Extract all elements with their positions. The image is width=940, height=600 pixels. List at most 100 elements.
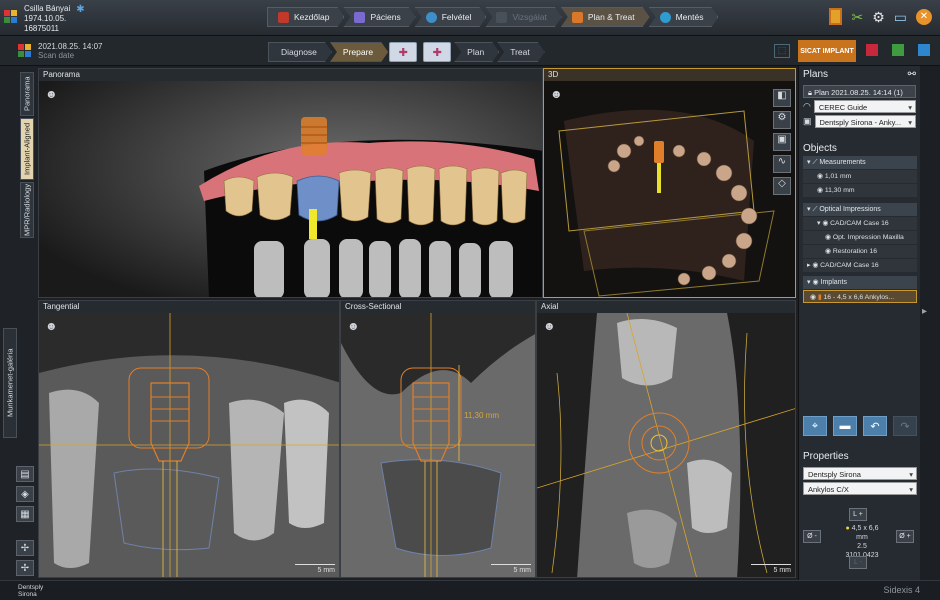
clip-button[interactable]: ◧: [773, 89, 791, 107]
crumb-home[interactable]: Kezdőlap: [267, 7, 344, 27]
axial-title: Axial: [537, 301, 795, 313]
sleeve-select[interactable]: Dentsply Sirona - Anky...: [814, 115, 916, 129]
manufacturer-select[interactable]: Dentsply Sirona: [803, 467, 917, 481]
split-icon: ✢: [20, 542, 30, 554]
navigation-breadcrumb: Kezdőlap Páciens Felvétel Vizsgálat Plan…: [267, 7, 717, 27]
grid-icon: ▦: [20, 508, 30, 520]
add-sleeve-button[interactable]: ✚: [423, 42, 452, 62]
group-implants[interactable]: ▾ ◉ Implants: [803, 276, 917, 289]
cart-icon[interactable]: ⬚: [774, 44, 790, 58]
crosshair-icon: ⌖: [811, 419, 819, 432]
eye-icon[interactable]: ◉: [825, 234, 831, 241]
view-layout-button-2[interactable]: ◈: [16, 486, 34, 502]
view-layout-button-3[interactable]: ▦: [16, 506, 34, 522]
panorama-view[interactable]: Panorama ☻: [38, 68, 543, 298]
guide-icon: ◠: [803, 101, 811, 111]
measurement-item-2[interactable]: ◉ 11,30 mm: [803, 184, 917, 197]
tangential-view[interactable]: Tangential ☻ 5 mm: [38, 300, 340, 578]
three-d-title: 3D: [544, 69, 795, 81]
cadcam-case-item-2[interactable]: ▸ ◉ CAD/CAM Case 16: [803, 259, 917, 272]
brand-logo: Dentsply Sirona: [18, 584, 44, 598]
slice-button[interactable]: ◇: [773, 177, 791, 195]
eye-icon[interactable]: ◉: [812, 279, 818, 286]
tab-mpr-radiology[interactable]: MPR/Radiology: [20, 182, 34, 238]
sicat-function-icon[interactable]: [866, 44, 878, 56]
center-object-button[interactable]: ⌖: [803, 416, 827, 436]
implant-item[interactable]: ◉ ▮ 16 - 4,5 x 6,6 Ankylos...: [803, 290, 917, 303]
view-layout-button-4[interactable]: ✢: [16, 540, 34, 556]
eye-icon[interactable]: ◉: [825, 248, 831, 255]
properties-panel: Properties Dentsply Sirona Ankylos C/X L…: [799, 448, 921, 569]
nerve-button[interactable]: ∿: [773, 155, 791, 173]
implant-size: ● 4,5 x 6,6 mm 2.5 3101 0423: [839, 524, 885, 560]
scan-date-label: Scan date: [38, 51, 75, 60]
diameter-minus-button[interactable]: Ø -: [803, 530, 821, 543]
guide-select[interactable]: CEREC Guide: [813, 100, 916, 114]
report-icon[interactable]: [829, 8, 843, 25]
head-orientation-icon: ☻: [45, 87, 58, 101]
pin-icon[interactable]: ✱: [76, 4, 84, 34]
group-measurements[interactable]: ▾ ⟋ Measurements: [803, 156, 917, 169]
eye-icon[interactable]: ◉: [817, 187, 823, 194]
guide-row: ◠ CEREC Guide: [803, 100, 916, 114]
close-icon[interactable]: ✕: [916, 8, 932, 25]
eye-icon[interactable]: ◉: [812, 262, 818, 269]
crumb-examination: Vizsgálat: [485, 7, 561, 27]
length-minus-button[interactable]: L -: [849, 556, 867, 569]
crumb-save[interactable]: Mentés: [649, 7, 719, 27]
gear-icon[interactable]: ⚙: [872, 9, 885, 25]
cadcam-case-item[interactable]: ▾ ◉ CAD/CAM Case 16: [803, 217, 917, 230]
tab-implant-aligned[interactable]: Implant-Aligned: [20, 118, 34, 180]
object-actions: ⌖ ▬ ↶ ↷: [803, 416, 917, 436]
scale-bar: 5 mm: [751, 564, 791, 574]
right-scroll-strip[interactable]: ▸: [920, 66, 940, 580]
view-layout-button-1[interactable]: ▤: [16, 466, 34, 482]
patient-id: 16875011: [24, 24, 59, 33]
minus-icon: ▬: [839, 420, 851, 432]
globe-icon: [660, 12, 671, 23]
screen-icon[interactable]: ▭: [894, 9, 907, 25]
opt-impression-item[interactable]: ◉ Opt. Impression Maxilla: [803, 231, 917, 244]
group-optical-impressions[interactable]: ▾ ⟋ Optical Impressions: [803, 203, 917, 216]
three-d-image: [544, 81, 795, 297]
link-icon[interactable]: ⚯: [908, 69, 916, 80]
step-plan[interactable]: Plan: [454, 42, 499, 62]
properties-title: Properties: [803, 451, 849, 462]
view-layout-button-5[interactable]: ✢: [16, 560, 34, 576]
crumb-capture[interactable]: Felvétel: [415, 7, 487, 27]
scale-bar: 5 mm: [491, 564, 531, 574]
plan-treat-icon: [572, 12, 583, 23]
step-diagnose[interactable]: Diagnose: [268, 42, 332, 62]
cross-sectional-view[interactable]: Cross-Sectional ☻ 11,30 mm 5 mm: [340, 300, 536, 578]
diameter-plus-button[interactable]: Ø +: [896, 530, 914, 543]
measurement-item-1[interactable]: ◉ 1,01 mm: [803, 170, 917, 183]
capture-icon: [426, 12, 437, 23]
examination-icon: [496, 12, 507, 23]
step-prepare[interactable]: Prepare: [330, 42, 388, 62]
remove-object-button[interactable]: ▬: [833, 416, 857, 436]
system-select[interactable]: Ankylos C/X: [803, 482, 917, 496]
view-settings-button[interactable]: ⚙: [773, 111, 791, 129]
crumb-plan-treat[interactable]: Plan & Treat: [561, 7, 650, 27]
length-plus-button[interactable]: L +: [849, 508, 867, 521]
crumb-patient[interactable]: Páciens: [343, 7, 415, 27]
cog-icon: ⚙: [777, 112, 787, 123]
tab-panorama[interactable]: Panorama: [20, 72, 34, 116]
panorama-title: Panorama: [39, 69, 542, 81]
tools-icon[interactable]: ✂: [851, 9, 863, 25]
add-implant-button[interactable]: ✚: [389, 42, 418, 62]
eye-icon[interactable]: ◉: [822, 220, 828, 227]
restoration-item[interactable]: ◉ Restoration 16: [803, 245, 917, 258]
three-d-view[interactable]: 3D ☻ ◧ ⚙ ▣ ∿ ◇: [543, 68, 796, 298]
plan-select[interactable]: 🔒︎ Plan 2021.08.25. 14:14 (1): [803, 85, 916, 99]
tab-workspace-gallery[interactable]: Munkamenet-galéria: [3, 328, 17, 438]
sicat-implant-tab[interactable]: SICAT IMPLANT: [798, 40, 856, 62]
axial-view[interactable]: Axial ☻ 5 mm: [536, 300, 796, 578]
volume-button[interactable]: ▣: [773, 133, 791, 151]
eye-icon[interactable]: ◉: [817, 173, 823, 180]
undo-button[interactable]: ↶: [863, 416, 887, 436]
step-treat[interactable]: Treat: [497, 42, 545, 62]
sicat-air-icon[interactable]: [892, 44, 904, 56]
eye-icon[interactable]: ◉: [810, 294, 816, 301]
sicat-endo-icon[interactable]: [918, 44, 930, 56]
